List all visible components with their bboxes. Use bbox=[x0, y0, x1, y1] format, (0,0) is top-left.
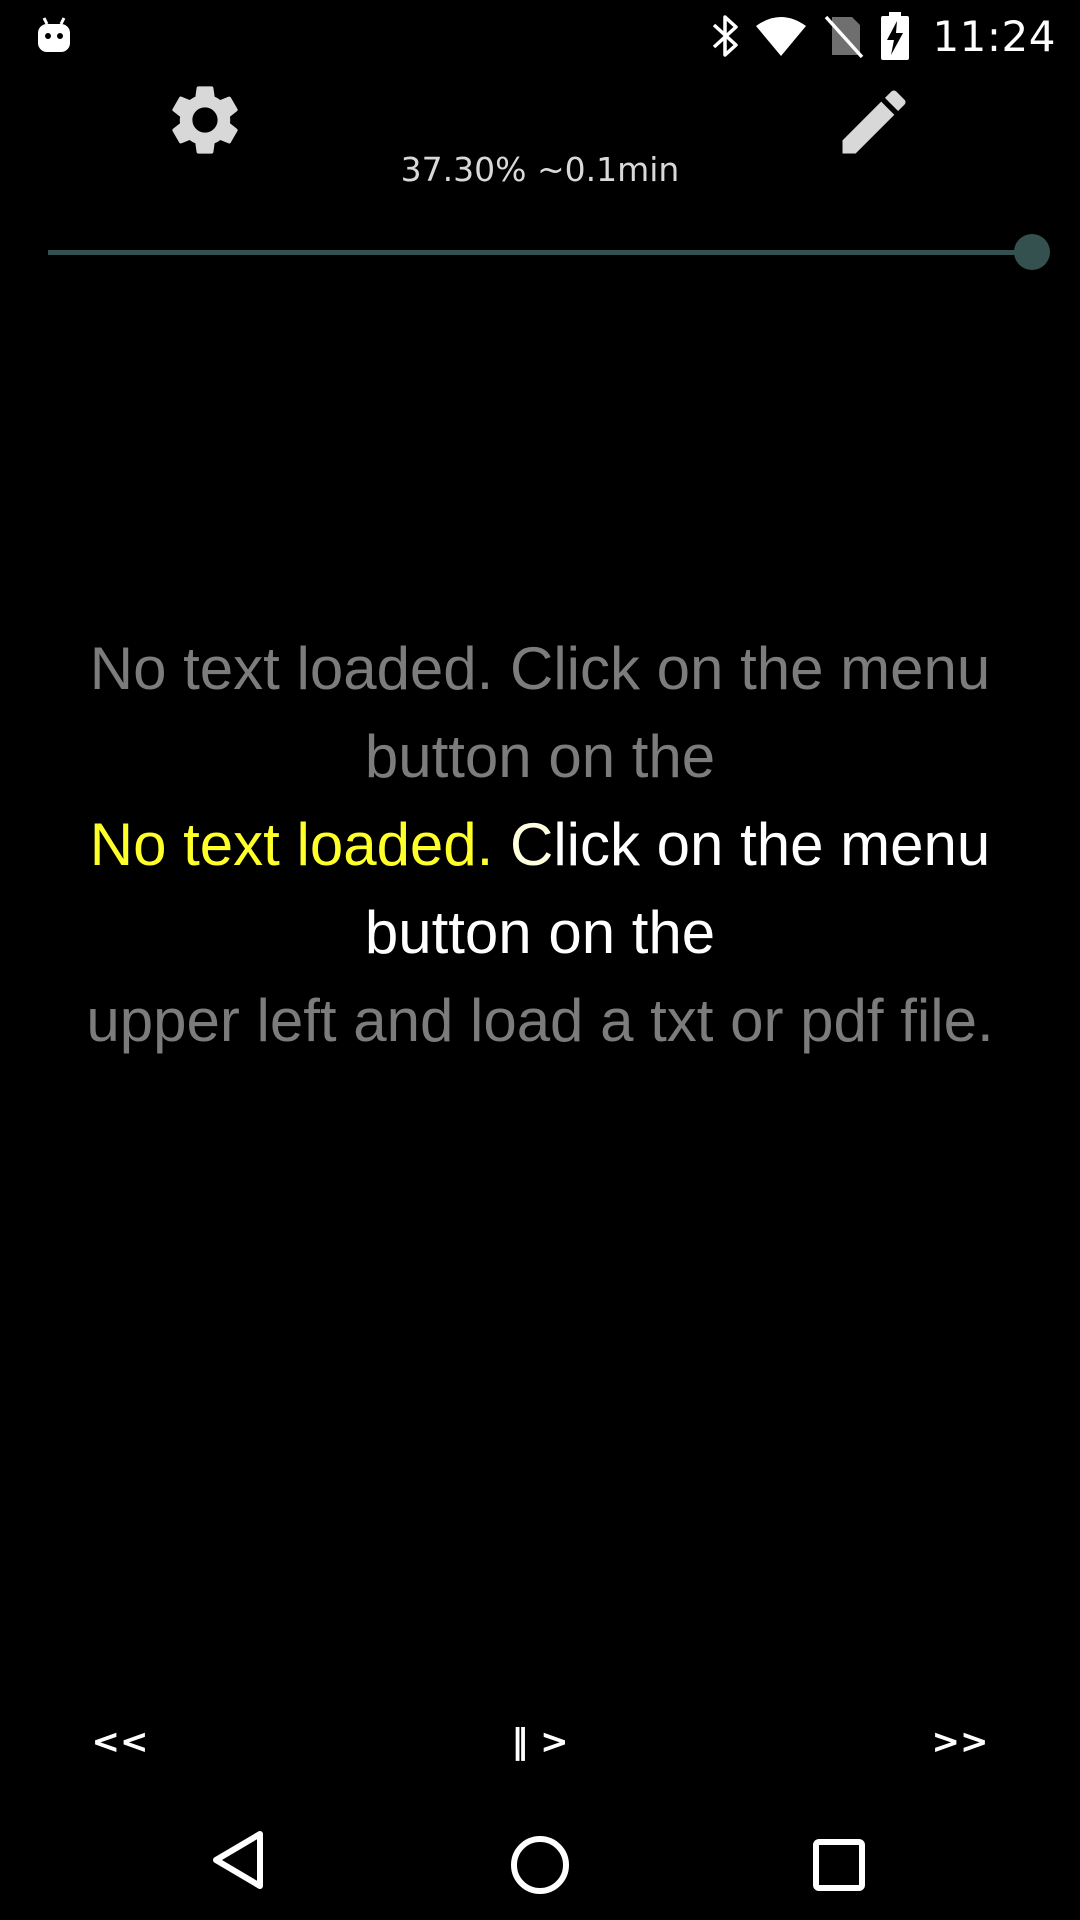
previous-line-1: No text loaded. Click on the menu bbox=[89, 635, 991, 702]
status-icons: 11:24 bbox=[710, 0, 1056, 72]
bluetooth-icon bbox=[713, 15, 739, 57]
android-debug-icon bbox=[38, 17, 70, 52]
no-sim-icon bbox=[825, 15, 864, 59]
recents-button[interactable] bbox=[798, 1818, 882, 1902]
seekbar-thumb[interactable] bbox=[1014, 234, 1050, 270]
next-line: upper left and load a txt or pdf file. bbox=[86, 987, 994, 1054]
edit-button[interactable] bbox=[832, 80, 916, 164]
back-triangle-icon bbox=[213, 1831, 263, 1889]
home-circle-icon bbox=[511, 1836, 569, 1894]
navigation-bar bbox=[0, 1800, 1080, 1920]
battery-charging-icon bbox=[881, 12, 910, 60]
fast-forward-button[interactable]: >> bbox=[928, 1722, 992, 1762]
reader-text-area[interactable]: No text loaded. Click on the menu button… bbox=[40, 625, 1040, 1065]
current-highlighted-text: No text loaded. bbox=[89, 811, 494, 878]
rewind-button[interactable]: << bbox=[88, 1722, 152, 1762]
status-bar: 11:24 bbox=[0, 0, 1080, 72]
wifi-icon bbox=[756, 17, 807, 56]
back-button[interactable] bbox=[198, 1818, 282, 1902]
current-text-rest: lick on the menu bbox=[553, 811, 991, 878]
progress-text: 37.30% ~0.1min bbox=[400, 150, 680, 189]
seekbar-track bbox=[48, 250, 1032, 255]
home-button[interactable] bbox=[498, 1818, 582, 1902]
previous-line-2: button on the bbox=[364, 723, 716, 790]
reading-progress-seekbar[interactable] bbox=[48, 232, 1050, 272]
play-pause-button[interactable]: ‖ > bbox=[500, 1722, 580, 1762]
pencil-icon bbox=[842, 90, 906, 154]
current-line-1: No text loaded. Click on the menu bbox=[40, 801, 1040, 889]
current-line-2: button on the bbox=[364, 899, 716, 966]
current-highlighted-text-2: C bbox=[493, 811, 554, 878]
recents-square-icon bbox=[813, 1839, 865, 1891]
status-clock: 11:24 bbox=[932, 11, 1056, 61]
